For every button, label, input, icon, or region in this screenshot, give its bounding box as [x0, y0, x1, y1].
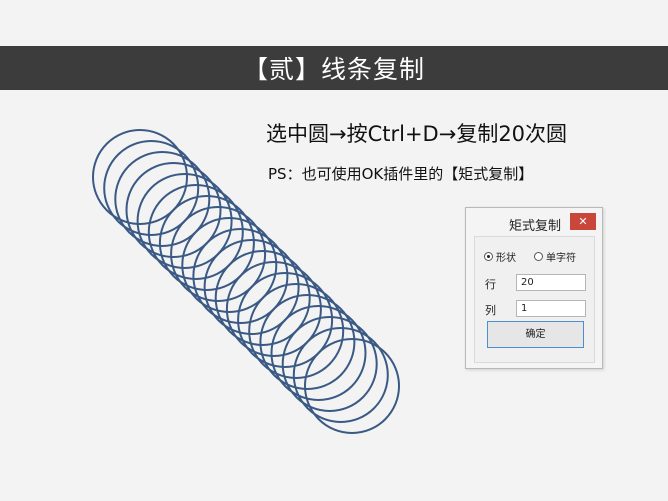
radio-option-char[interactable]: 单字符: [534, 249, 576, 264]
radio-unchecked-icon[interactable]: [534, 252, 543, 261]
radio-checked-icon[interactable]: [484, 252, 493, 261]
ok-button[interactable]: 确定: [487, 321, 584, 348]
instruction-headline: 选中圆→按Ctrl+D→复制20次圆: [266, 122, 568, 146]
radio-char-label: 单字符: [546, 253, 576, 264]
close-icon[interactable]: ✕: [570, 213, 596, 230]
radio-shape-label: 形状: [496, 253, 516, 264]
dialog-panel: 形状 单字符 行 20 列 1 确定: [474, 236, 595, 363]
matrix-copy-dialog: 矩式复制 ✕ 形状 单字符 行 20 列 1 确定: [465, 207, 603, 369]
row-label: 行: [485, 278, 496, 291]
ps-note: PS：也可使用OK插件里的【矩式复制】: [268, 165, 534, 183]
radio-option-shape[interactable]: 形状: [484, 249, 516, 264]
column-count-input[interactable]: 1: [516, 300, 586, 317]
column-label: 列: [485, 304, 496, 317]
row-count-input[interactable]: 20: [516, 274, 586, 291]
